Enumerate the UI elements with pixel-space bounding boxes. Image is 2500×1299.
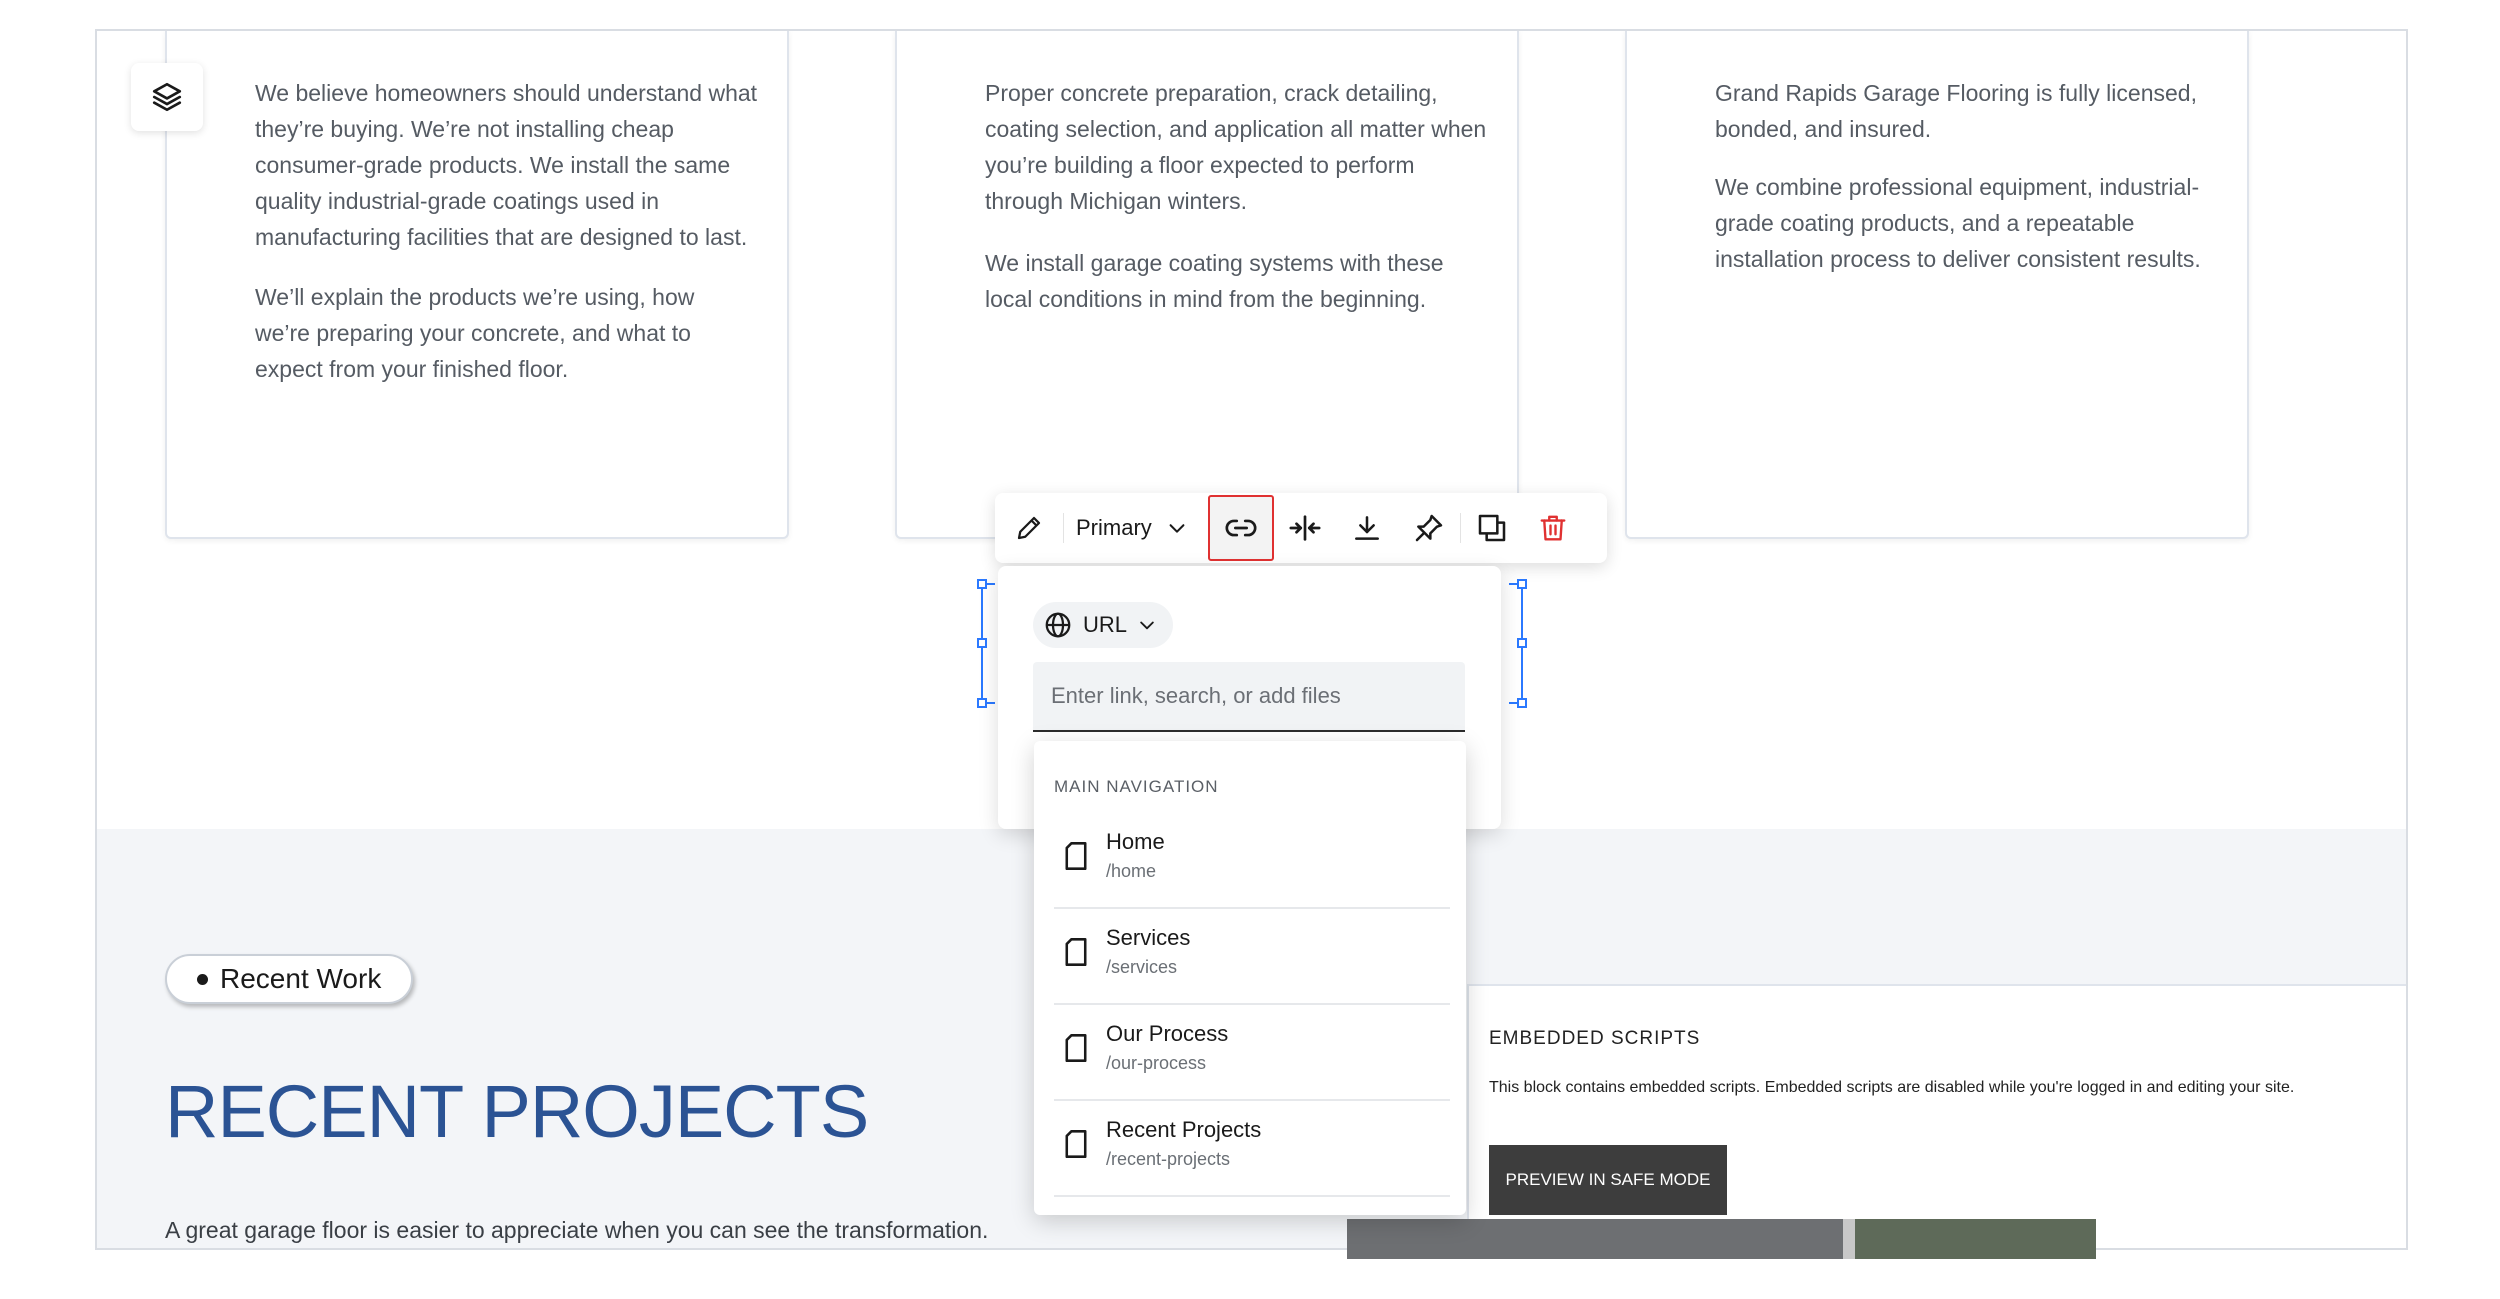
pin-button[interactable] [1398,493,1460,563]
page-icon [1065,938,1087,966]
card-2-paragraph-1: Proper concrete preparation, crack detai… [985,80,1487,214]
navigation-suggestions: MAIN NAVIGATION Home /home Services /ser… [1034,741,1466,1215]
layers-button[interactable] [131,63,203,131]
page-icon [1065,1034,1087,1062]
card-3-paragraph-1: Grand Rapids Garage Flooring is fully li… [1715,80,2197,142]
link-icon [1225,519,1257,537]
project-thumbnail-divider [1843,1219,1855,1259]
delete-button[interactable] [1523,493,1583,563]
project-thumbnail[interactable] [1855,1219,2096,1259]
link-search-input[interactable] [1033,662,1465,732]
resize-handle[interactable] [1517,698,1527,708]
nav-item-path: /recent-projects [1106,1149,1231,1169]
align-collapse-button[interactable] [1274,493,1336,563]
page-icon [1065,1130,1087,1158]
nav-item-path: /home [1106,861,1157,881]
link-type-selector[interactable]: URL [1033,602,1174,648]
preview-safe-mode-button[interactable]: PREVIEW IN SAFE MODE [1489,1145,1727,1215]
page-icon [1065,842,1087,870]
nav-item-path: /our-process [1106,1053,1207,1073]
nav-item-title: Recent Projects [1106,1117,1262,1142]
recent-work-pill[interactable]: Recent Work [165,954,414,1004]
embedded-scripts-block[interactable]: EMBEDDED SCRIPTS This block contains emb… [1467,984,2406,1248]
recent-work-label: Recent Work [220,963,382,994]
project-thumbnail[interactable] [1347,1219,1843,1259]
chevron-down-icon [1169,524,1185,533]
recent-projects-heading: RECENT PROJECTS [165,1070,869,1153]
feature-card-1[interactable]: We believe homeowners should understand … [165,31,789,539]
link-type-label: URL [1083,612,1128,637]
edit-button[interactable] [995,493,1063,563]
collapse-horizontal-icon [1289,515,1321,541]
card-2-paragraph-2: We install garage coating systems with t… [985,250,1444,312]
duplicate-button[interactable] [1461,493,1523,563]
recent-projects-description: A great garage floor is easier to apprec… [165,1217,989,1243]
globe-icon [1045,612,1071,638]
bullet-dot [197,973,208,985]
feature-card-3[interactable]: Grand Rapids Garage Flooring is fully li… [1625,31,2249,539]
feature-card-2[interactable]: Proper concrete preparation, crack detai… [895,31,1519,539]
card-1-paragraph-2: We’ll explain the products we’re using, … [255,284,695,382]
embedded-scripts-heading: EMBEDDED SCRIPTS [1489,1028,1701,1049]
embedded-scripts-text: This block contains embedded scripts. Em… [1489,1079,2295,1096]
resize-handle[interactable] [977,579,987,589]
trash-icon [1540,515,1566,541]
button-style-label: Primary [1076,515,1152,540]
nav-item-title: Services [1106,925,1191,950]
nav-item-services[interactable]: Services /services [1054,909,1450,1005]
resize-handle[interactable] [977,638,987,648]
pencil-icon [1017,516,1041,540]
download-button[interactable] [1336,493,1398,563]
nav-item-path: /services [1106,957,1178,977]
nav-item-our-process[interactable]: Our Process /our-process [1054,1005,1450,1101]
download-icon [1354,516,1379,540]
resize-handle[interactable] [1517,638,1527,648]
nav-item-recent-projects[interactable]: Recent Projects /recent-projects [1054,1101,1450,1197]
button-style-dropdown[interactable]: Primary [1064,493,1196,563]
main-navigation-heading: MAIN NAVIGATION [1054,777,1219,796]
nav-item-title: Home [1106,829,1165,854]
pin-icon [1415,514,1443,542]
layers-icon [152,82,182,112]
resize-handle[interactable] [977,698,987,708]
nav-item-title: Our Process [1106,1021,1229,1046]
resize-handle[interactable] [1517,579,1527,589]
nav-item-home[interactable]: Home /home [1054,813,1450,909]
chevron-down-icon [1140,621,1154,630]
card-3-paragraph-2: We combine professional equipment, indus… [1715,174,2201,272]
link-button[interactable] [1207,495,1274,561]
block-toolbar: Primary [995,493,1607,563]
card-1-paragraph-1: We believe homeowners should understand … [255,80,758,250]
duplicate-icon [1478,514,1506,542]
